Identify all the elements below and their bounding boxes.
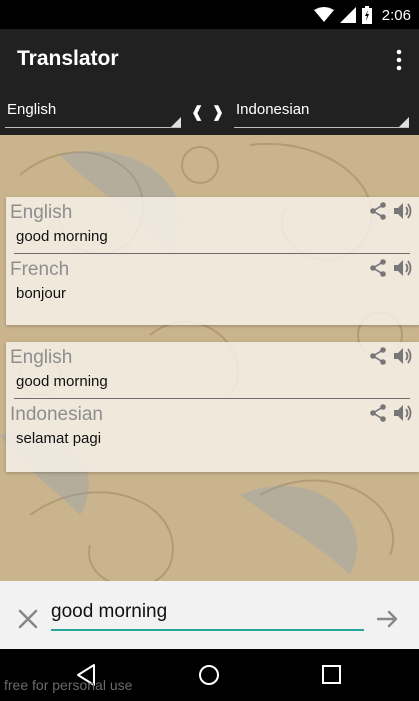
dropdown-arrow-icon xyxy=(399,117,409,127)
source-language-label: English xyxy=(7,101,57,118)
target-language: Indonesian xyxy=(10,404,103,425)
translation-card: English good morning Indonesian selamat … xyxy=(6,342,419,472)
share-icon[interactable] xyxy=(369,347,387,365)
target-text: bonjour xyxy=(16,285,67,302)
translation-card: English good morning French bonjour xyxy=(6,197,419,325)
watermark-text: free for personal use xyxy=(4,677,133,693)
overflow-menu-icon[interactable] xyxy=(395,49,403,71)
query-input[interactable] xyxy=(51,595,364,631)
source-language-select[interactable]: English xyxy=(5,91,181,128)
battery-icon xyxy=(361,6,372,24)
source-text: good morning xyxy=(16,228,108,245)
recents-icon[interactable] xyxy=(322,665,341,684)
speaker-icon[interactable] xyxy=(393,201,415,221)
speaker-icon[interactable] xyxy=(393,258,415,278)
target-language-select[interactable]: Indonesian xyxy=(234,91,409,128)
target-language: French xyxy=(10,259,70,280)
target-row: French bonjour xyxy=(6,254,419,312)
target-language-label: Indonesian xyxy=(236,101,310,118)
app-title: Translator xyxy=(17,47,119,70)
clear-icon[interactable] xyxy=(18,609,38,629)
share-icon[interactable] xyxy=(369,202,387,220)
swap-languages-button[interactable]: ❰❱ xyxy=(191,103,232,121)
app-bar: Translator xyxy=(0,29,419,91)
system-nav-bar xyxy=(0,649,419,701)
status-bar: 2:06 xyxy=(0,0,419,29)
translation-history[interactable]: English good morning French bonjour Engl… xyxy=(0,135,419,581)
speaker-icon[interactable] xyxy=(393,403,415,423)
share-icon[interactable] xyxy=(369,259,387,277)
translate-arrow-icon[interactable] xyxy=(377,609,399,629)
home-icon[interactable] xyxy=(198,664,220,686)
status-icons: 2:06 xyxy=(313,4,411,26)
source-row: English good morning xyxy=(6,197,419,255)
share-icon[interactable] xyxy=(369,404,387,422)
source-row: English good morning xyxy=(6,342,419,400)
speaker-icon[interactable] xyxy=(393,346,415,366)
source-language: English xyxy=(10,202,73,223)
target-row: Indonesian selamat pagi xyxy=(6,399,419,457)
input-bar xyxy=(0,581,419,649)
dropdown-arrow-icon xyxy=(171,117,181,127)
source-text: good morning xyxy=(16,373,108,390)
source-language: English xyxy=(10,347,73,368)
signal-icon xyxy=(339,7,356,23)
wifi-icon xyxy=(313,7,334,22)
status-time: 2:06 xyxy=(381,6,411,24)
target-text: selamat pagi xyxy=(16,430,102,447)
language-bar: English ❰❱ Indonesian xyxy=(0,91,419,135)
